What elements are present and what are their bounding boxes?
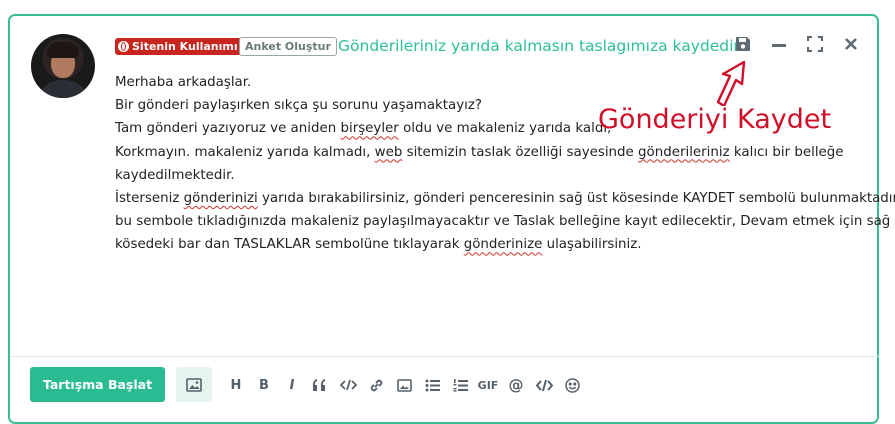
image-icon — [186, 377, 202, 392]
composer-footer-divider — [10, 356, 879, 357]
minimize-icon[interactable] — [771, 36, 789, 54]
draft-message: Gönderileriniz yarıda kalmasın taslagımı… — [338, 37, 744, 55]
category-label: Sitenin Kullanımı — [132, 40, 238, 53]
body-line: kösedeki bar dan TASLAKLAR sembolüne tık… — [115, 237, 642, 253]
avatar-hair — [47, 42, 79, 58]
code-block-icon[interactable] — [535, 376, 553, 394]
close-icon[interactable] — [843, 36, 861, 54]
picture-icon[interactable] — [395, 376, 413, 394]
emoji-icon[interactable] — [563, 376, 581, 394]
annotation-arrow-icon — [716, 60, 746, 106]
gif-icon[interactable]: GIF — [476, 376, 500, 394]
bold-icon[interactable]: B — [255, 376, 273, 394]
image-upload-button[interactable] — [176, 367, 212, 402]
avatar-shirt — [37, 80, 89, 98]
code-icon[interactable] — [339, 376, 357, 394]
body-line: bu sembole tıkladığınızda makaleniz payl… — [115, 214, 895, 230]
category-badge[interactable]: Sitenin Kullanımı — [115, 38, 244, 55]
avatar — [31, 34, 95, 98]
mention-icon[interactable]: @ — [507, 376, 525, 394]
start-discussion-button[interactable]: Tartışma Başlat — [30, 367, 165, 402]
numbered-list-icon[interactable] — [451, 376, 469, 394]
link-icon[interactable] — [367, 376, 385, 394]
body-line: kaydedilmektedir. — [115, 167, 235, 183]
quote-icon[interactable] — [311, 376, 329, 394]
heading-icon[interactable]: H — [227, 376, 245, 394]
annotation-text: Gönderiyi Kaydet — [598, 104, 832, 135]
save-icon[interactable] — [735, 36, 753, 54]
body-line: Korkmayın. makaleniz yarıda kalmadı, web… — [115, 144, 844, 160]
fullscreen-icon[interactable] — [806, 35, 825, 54]
bullet-list-icon[interactable] — [423, 376, 441, 394]
create-poll-button[interactable]: Anket Oluştur — [239, 37, 337, 56]
italic-icon[interactable]: I — [283, 376, 301, 394]
globe-icon — [118, 41, 129, 52]
body-line: İsterseniz gönderinizi yarıda bırakabili… — [115, 191, 895, 207]
